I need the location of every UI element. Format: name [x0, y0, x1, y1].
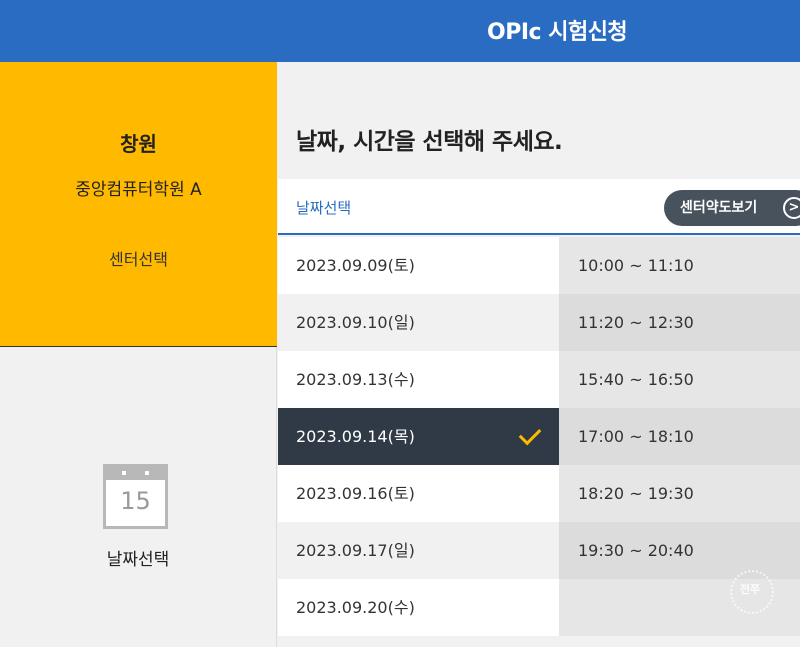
list-item: 2023.09.09(토) 10:00 ~ 11:10 — [278, 237, 800, 294]
date-option-label: 2023.09.16(토) — [296, 484, 415, 503]
date-option[interactable]: 2023.09.13(수) — [278, 351, 559, 408]
date-option[interactable]: 2023.09.17(일) — [278, 522, 559, 579]
time-option[interactable]: 10:00 ~ 11:10 — [559, 237, 800, 294]
page-title: OPIc 시험신청 — [487, 20, 628, 45]
arrow-right-circle-icon: > — [783, 197, 800, 219]
center-city: 창원 — [120, 132, 157, 156]
main-content: 날짜, 시간을 선택해 주세요. 날짜선택 센터약도보기 > 2023.09.0… — [278, 62, 800, 647]
time-option[interactable]: 17:00 ~ 18:10 — [559, 408, 800, 465]
app-header: OPIc 시험신청 — [0, 0, 800, 62]
center-map-button-label: 센터약도보기 — [680, 200, 758, 216]
list-item: 2023.09.10(일) 11:20 ~ 12:30 — [278, 294, 800, 351]
watermark-badge: 전쭈 — [728, 568, 774, 614]
date-option-label: 2023.09.10(일) — [296, 313, 415, 332]
date-select-label: 날짜선택 — [106, 550, 170, 570]
date-option-label: 2023.09.09(토) — [296, 256, 415, 275]
time-option[interactable]: 15:40 ~ 16:50 — [559, 351, 800, 408]
date-option[interactable]: 2023.09.20(수) — [278, 579, 559, 636]
tab-date-select[interactable]: 날짜선택 — [296, 197, 351, 218]
checkmark-icon — [518, 422, 542, 446]
date-option-label: 2023.09.13(수) — [296, 370, 415, 389]
list-item: 2023.09.17(일) 19:30 ~ 20:40 — [278, 522, 800, 579]
watermark-badge-label: 전쭈 — [739, 583, 761, 596]
list-item: 2023.09.13(수) 15:40 ~ 16:50 — [278, 351, 800, 408]
date-option[interactable]: 2023.09.09(토) — [278, 237, 559, 294]
list-item: 2023.09.16(토) 18:20 ~ 19:30 — [278, 465, 800, 522]
date-option[interactable]: 2023.09.14(목) — [278, 408, 559, 465]
calendar-icon: 15 — [103, 464, 168, 529]
center-select-label: 센터선택 — [109, 250, 168, 269]
date-option[interactable]: 2023.09.16(토) — [278, 465, 559, 522]
date-select-bar: 날짜선택 센터약도보기 > — [278, 179, 800, 235]
center-step-panel[interactable]: 창원 중앙컴퓨터학원 A 센터선택 — [0, 62, 277, 347]
date-step-panel[interactable]: 15 날짜선택 — [0, 347, 277, 647]
center-academy: 중앙컴퓨터학원 A — [75, 180, 202, 200]
instruction-heading: 날짜, 시간을 선택해 주세요. — [296, 129, 563, 155]
time-option[interactable]: 18:20 ~ 19:30 — [559, 465, 800, 522]
date-option-label: 2023.09.20(수) — [296, 598, 415, 617]
time-option[interactable]: 11:20 ~ 12:30 — [559, 294, 800, 351]
center-map-button[interactable]: 센터약도보기 > — [664, 190, 800, 226]
list-item: 2023.09.20(수) — [278, 579, 800, 636]
date-option[interactable]: 2023.09.10(일) — [278, 294, 559, 351]
list-item: 2023.09.14(목) 17:00 ~ 18:10 — [278, 408, 800, 465]
date-option-label: 2023.09.17(일) — [296, 541, 415, 560]
date-option-label: 2023.09.14(목) — [296, 427, 415, 446]
